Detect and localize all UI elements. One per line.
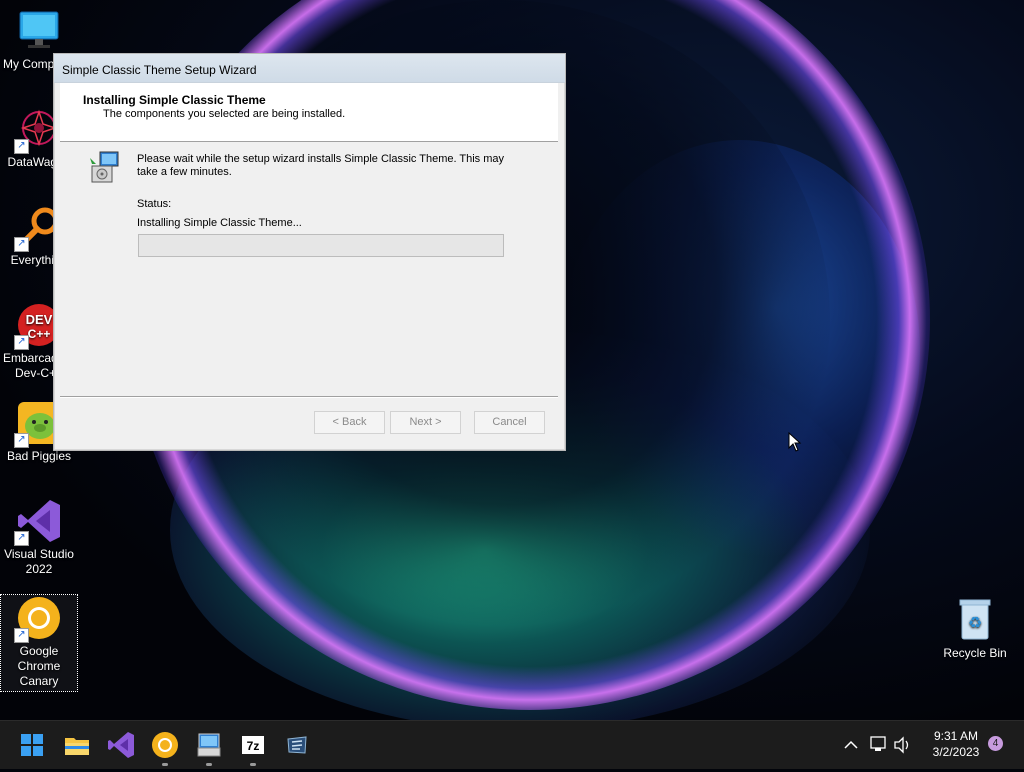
- back-button[interactable]: < Back: [314, 411, 385, 434]
- svg-text:7z: 7z: [247, 739, 260, 753]
- shortcut-arrow-icon: ↗: [14, 237, 29, 252]
- start-icon: [21, 734, 43, 756]
- next-button[interactable]: Next >: [390, 411, 461, 434]
- recycle-bin-icon: ♻: [952, 597, 998, 643]
- network-icon: [870, 736, 886, 751]
- dialog-header: Installing Simple Classic Theme The comp…: [60, 83, 558, 142]
- taskbar-sketchy-app[interactable]: [281, 729, 313, 761]
- visual-studio-icon: [108, 732, 134, 758]
- svg-text:♻: ♻: [968, 613, 982, 632]
- monitor-icon: [16, 8, 62, 54]
- desktop-icon-visual-studio[interactable]: ↗ Visual Studio 2022: [1, 498, 77, 577]
- visual-studio-icon: ↗: [14, 498, 62, 546]
- clock-date: 3/2/2023: [932, 745, 980, 759]
- wait-message: Please wait while the setup wizard insta…: [137, 153, 505, 178]
- svg-text:DEV: DEV: [26, 312, 53, 327]
- shortcut-arrow-icon: ↗: [14, 628, 29, 643]
- install-progress-bar: [138, 234, 504, 257]
- volume-button[interactable]: [891, 721, 913, 769]
- status-label: Status:: [137, 198, 172, 210]
- desktop-icon-recycle-bin[interactable]: ♻ Recycle Bin: [937, 597, 1013, 661]
- network-status-button[interactable]: [867, 721, 889, 769]
- button-divider: [60, 396, 558, 398]
- running-indicator: [206, 763, 212, 766]
- chrome-canary-icon: [152, 732, 178, 758]
- clock-time: 9:31 AM: [933, 729, 979, 743]
- chevron-up-icon: [844, 740, 858, 749]
- sketchy-icon: [287, 736, 307, 754]
- shortcut-arrow-icon: ↗: [14, 531, 29, 546]
- shortcut-arrow-icon: ↗: [14, 335, 29, 350]
- taskbar-file-explorer[interactable]: [61, 729, 93, 761]
- dialog-body: Please wait while the setup wizard insta…: [60, 142, 558, 396]
- taskbar-7zip[interactable]: 7z: [237, 729, 269, 766]
- taskbar-clock[interactable]: 9:31 AM 3/2/2023: [918, 728, 994, 760]
- shortcut-arrow-icon: ↗: [14, 139, 29, 154]
- desktop-icon-label: Bad Piggies: [6, 449, 72, 463]
- running-indicator: [162, 763, 168, 766]
- show-hidden-icons-button[interactable]: [841, 721, 861, 769]
- desktop-icon-label: Recycle Bin: [943, 646, 1007, 660]
- setup-wizard-icon: [197, 733, 221, 757]
- setup-computer-icon: [88, 150, 122, 184]
- mouse-cursor-icon: [788, 431, 802, 452]
- shortcut-arrow-icon: ↗: [14, 433, 29, 448]
- taskbar: 7z 9:31 AM 3/2/2023: [0, 720, 1024, 769]
- taskbar-setup-wizard[interactable]: [193, 729, 225, 766]
- file-explorer-icon: [65, 738, 89, 755]
- cancel-button[interactable]: Cancel: [474, 411, 545, 434]
- taskbar-visual-studio[interactable]: [105, 729, 137, 761]
- desktop-icon-label: Visual Studio 2022: [4, 547, 74, 576]
- start-button[interactable]: [16, 729, 48, 761]
- desktop-icon-label: Google Chrome Canary: [17, 644, 61, 688]
- speaker-icon: [894, 736, 909, 754]
- notification-badge[interactable]: 4: [988, 736, 1003, 751]
- header-subtitle: The components you selected are being in…: [103, 108, 346, 120]
- taskbar-chrome-canary[interactable]: [149, 729, 181, 766]
- running-indicator: [250, 763, 256, 766]
- header-title: Installing Simple Classic Theme: [83, 93, 266, 107]
- desktop-icon-chrome-canary[interactable]: ↗ Google Chrome Canary: [0, 594, 78, 692]
- setup-wizard-dialog: Simple Classic Theme Setup Wizard Instal…: [53, 53, 566, 451]
- svg-text:C++: C++: [28, 327, 51, 341]
- chrome-canary-icon: ↗: [14, 595, 62, 643]
- status-text: Installing Simple Classic Theme...: [137, 217, 302, 229]
- 7zip-icon: 7z: [242, 736, 264, 754]
- dialog-title: Simple Classic Theme Setup Wizard: [62, 63, 257, 77]
- dialog-titlebar[interactable]: Simple Classic Theme Setup Wizard: [54, 54, 565, 83]
